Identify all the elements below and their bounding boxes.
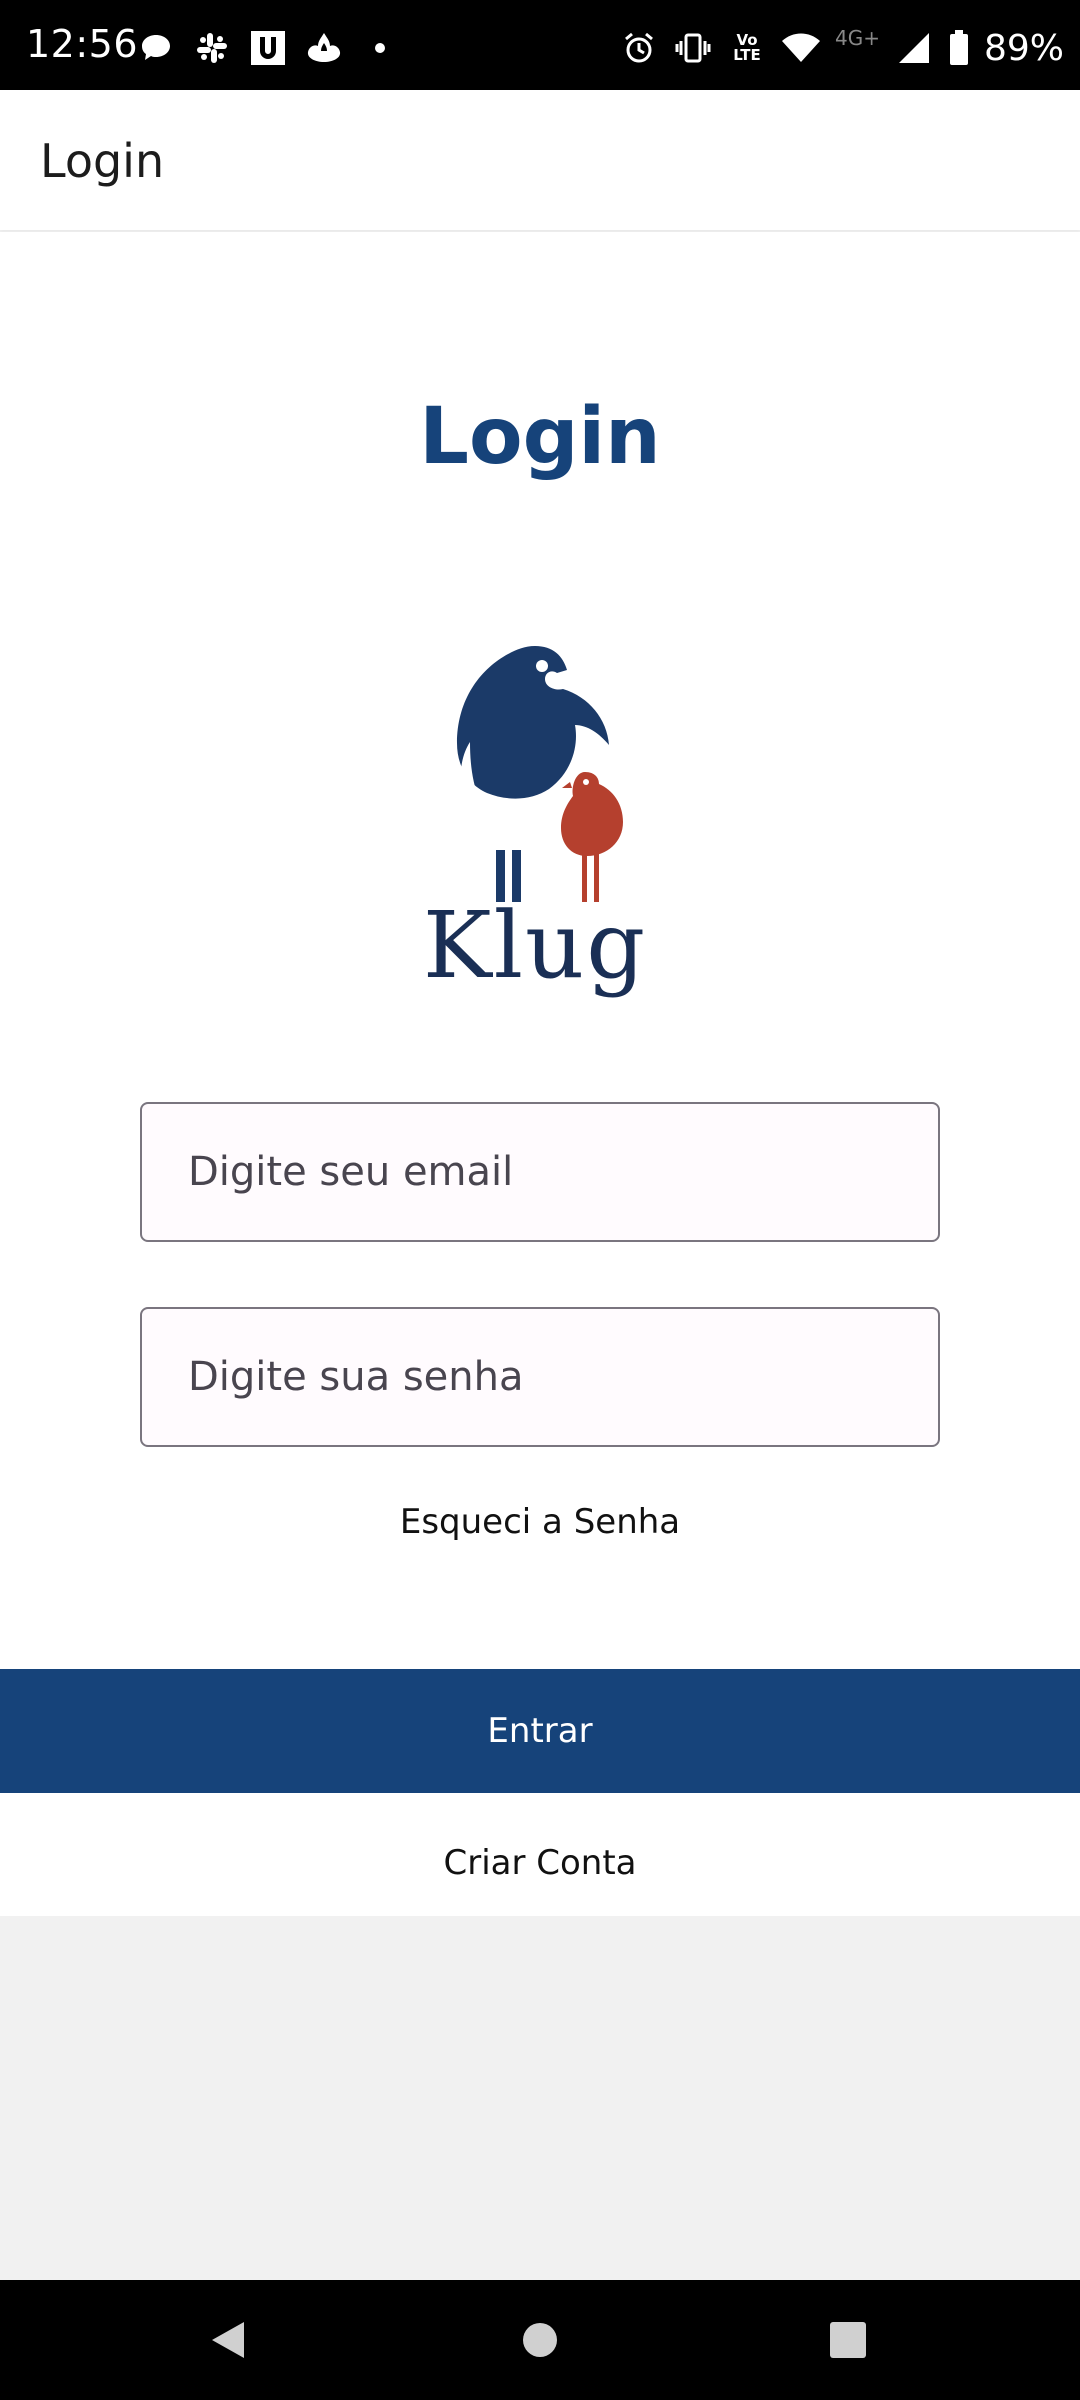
home-icon: [523, 2323, 557, 2357]
dot-icon: [360, 28, 400, 68]
recents-icon: [830, 2322, 866, 2358]
u-app-icon: [248, 28, 288, 68]
battery-icon: [948, 28, 970, 68]
battery-percent: 89%: [983, 27, 1064, 69]
vibrate-icon: [673, 28, 713, 68]
create-account-link[interactable]: Criar Conta: [0, 1843, 1080, 1883]
chat-bubble-icon: [136, 28, 176, 68]
status-bar: 12:56 Vo LTE 4G+ 89%: [0, 0, 1080, 90]
system-icons: Vo LTE 4G+ 89%: [619, 26, 1064, 70]
recents-button[interactable]: [818, 2310, 878, 2370]
email-input[interactable]: [142, 1104, 938, 1240]
santander-icon: [304, 28, 344, 68]
app-bar-title: Login: [40, 134, 165, 188]
password-field[interactable]: [140, 1307, 940, 1447]
status-time: 12:56: [26, 22, 139, 66]
back-icon: [212, 2322, 244, 2358]
page-title: Login: [419, 392, 661, 482]
klug-birds-icon: [457, 646, 623, 902]
klug-logo: Klug: [400, 632, 670, 1012]
wifi-icon: [781, 28, 821, 68]
notification-icons: [136, 28, 400, 68]
signal-icon: [894, 28, 934, 68]
back-button[interactable]: [198, 2310, 258, 2370]
login-button[interactable]: Entrar: [0, 1669, 1080, 1793]
app-bar: Login: [0, 90, 1080, 230]
slack-icon: [192, 28, 232, 68]
alarm-icon: [619, 28, 659, 68]
network-type-label: 4G+: [835, 26, 880, 50]
volte-icon: Vo LTE: [733, 31, 761, 64]
forgot-password-link[interactable]: Esqueci a Senha: [0, 1502, 1080, 1542]
email-field[interactable]: [140, 1102, 940, 1242]
login-form: Login Klug Esqueci a Senha Entrar Criar …: [0, 232, 1080, 1916]
logo-wordmark: Klug: [422, 892, 648, 999]
home-button[interactable]: [510, 2310, 570, 2370]
navigation-bar: [0, 2280, 1080, 2400]
password-input[interactable]: [142, 1309, 938, 1445]
